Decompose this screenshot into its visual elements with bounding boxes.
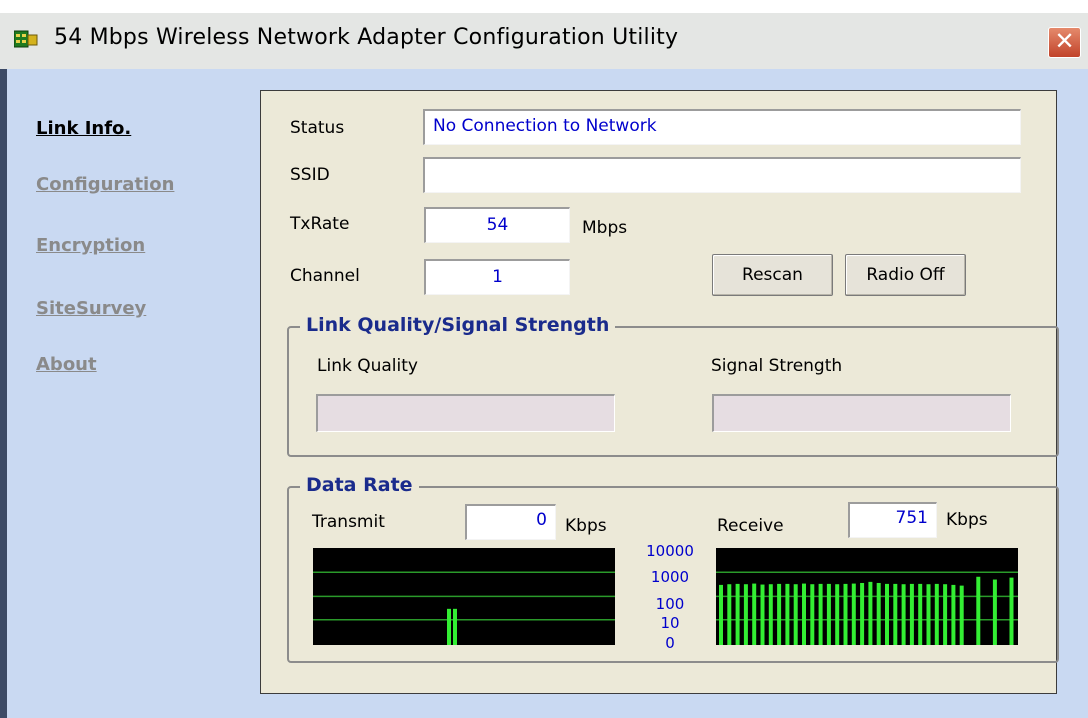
transmit-unit: Kbps: [565, 516, 607, 536]
txrate-field: 54: [424, 207, 570, 243]
receive-rate-bar: [826, 583, 831, 645]
receive-rate-bar: [885, 583, 889, 645]
receive-rate-bar: [760, 584, 765, 645]
receive-rate-bar: [802, 583, 806, 645]
sidebar-item-encryption[interactable]: Encryption: [36, 235, 145, 256]
signal-strength-bar: [712, 394, 1011, 432]
rescan-button[interactable]: Rescan: [712, 254, 833, 296]
receive-unit: Kbps: [946, 510, 988, 530]
link-quality-group: [287, 326, 1059, 457]
sidebar-item-about[interactable]: About: [36, 354, 97, 375]
receive-rate-bar: [876, 582, 881, 645]
receive-rate-bar: [893, 583, 898, 645]
receive-rate-bar: [992, 579, 997, 645]
receive-rate-bar: [926, 584, 931, 645]
receive-rate-bar: [727, 584, 732, 645]
receive-rate-bar: [860, 582, 865, 645]
transmit-graph: [313, 548, 615, 645]
scale-label-10: 10: [660, 614, 680, 632]
signal-strength-label: Signal Strength: [711, 356, 843, 376]
transmit-rate-bar: [447, 608, 451, 645]
channel-field: 1: [424, 259, 570, 295]
receive-rate-bar: [851, 583, 856, 645]
status-label: Status: [290, 118, 345, 138]
channel-label: Channel: [290, 266, 360, 286]
ssid-field: [423, 157, 1021, 193]
receive-rate-bar: [793, 584, 798, 645]
receive-rate-bar: [719, 584, 723, 645]
transmit-rate-bar: [453, 608, 457, 645]
scale-label-1000: 1000: [650, 568, 690, 586]
receive-rate-bar: [959, 585, 964, 645]
txrate-label: TxRate: [290, 214, 350, 234]
receive-rate-bar: [943, 584, 948, 645]
scale-label-10000: 10000: [646, 542, 694, 560]
link-quality-bar: [316, 394, 615, 432]
scale-label-100: 100: [655, 595, 685, 613]
receive-rate-bar: [868, 581, 873, 645]
txrate-unit: Mbps: [582, 218, 628, 238]
ssid-label: SSID: [290, 165, 330, 185]
receive-rate-bar: [735, 583, 740, 645]
receive-rate-bar: [743, 584, 748, 645]
receive-rate-bar: [785, 583, 790, 645]
receive-rate-bar: [818, 583, 823, 645]
receive-graph: [716, 548, 1018, 645]
receive-field: 751: [848, 502, 937, 538]
receive-rate-bar: [918, 583, 923, 645]
receive-rate-bar: [777, 583, 782, 645]
window-title: 54 Mbps Wireless Network Adapter Configu…: [54, 25, 679, 50]
receive-rate-bar: [810, 584, 815, 645]
sidebar-item-sitesurvey[interactable]: SiteSurvey: [36, 298, 146, 319]
receive-rate-bar: [934, 583, 939, 645]
network-adapter-icon: [14, 30, 38, 48]
receive-rate-bar: [835, 584, 840, 645]
link-quality-label: Link Quality: [317, 356, 418, 376]
receive-rate-bar: [768, 584, 773, 645]
scale-label-0: 0: [665, 634, 675, 652]
receive-rate-bar: [951, 584, 956, 645]
radio-off-button[interactable]: Radio Off: [845, 254, 966, 296]
receive-rate-bar: [976, 576, 981, 645]
close-button[interactable]: ✕: [1048, 27, 1081, 58]
status-field: No Connection to Network: [423, 109, 1021, 145]
sidebar-item-configuration[interactable]: Configuration: [36, 174, 174, 195]
title-bar: 54 Mbps Wireless Network Adapter Configu…: [0, 13, 1088, 69]
link-quality-group-title: Link Quality/Signal Strength: [300, 314, 616, 336]
transmit-field: 0: [465, 504, 556, 540]
receive-rate-bar: [843, 583, 848, 645]
data-rate-group-title: Data Rate: [300, 474, 419, 496]
close-icon: ✕: [1054, 27, 1075, 55]
receive-rate-bar: [909, 583, 914, 645]
receive-label: Receive: [717, 516, 784, 536]
receive-rate-bar: [1009, 577, 1014, 645]
transmit-label: Transmit: [312, 512, 385, 532]
sidebar-item-link-info[interactable]: Link Info.: [36, 118, 131, 139]
receive-rate-bar: [901, 584, 906, 645]
receive-rate-bar: [752, 583, 757, 645]
